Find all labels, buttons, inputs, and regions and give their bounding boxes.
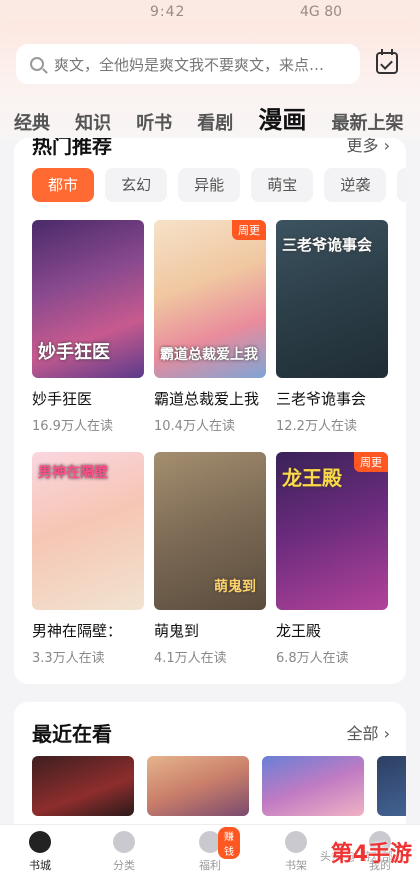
weekly-badge: 周更	[354, 452, 388, 472]
book-readers: 16.9万人在读	[32, 419, 113, 434]
watermark: 第4手游	[330, 842, 412, 867]
cover-title: 妙手狂医	[38, 342, 110, 363]
cover-title: 三老爷诡事会	[282, 236, 373, 254]
book-readers: 3.3万人在读	[32, 651, 105, 666]
book-readers: 12.2万人在读	[276, 419, 357, 434]
status-time: 9:42	[150, 4, 186, 20]
tab-bookshelf[interactable]: 书架	[266, 831, 326, 873]
tag-yineng[interactable]: 异能	[178, 168, 241, 202]
channel-tabs: 经典 知识 听书 看剧 漫画 最新上架	[14, 100, 420, 140]
book-card[interactable]: 周更 霸道总裁爱上我 霸道总裁爱上我 10.4万人在读	[154, 220, 266, 434]
book-readers: 4.1万人在读	[154, 651, 227, 666]
earn-badge: 赚钱	[218, 827, 240, 859]
book-readers: 6.8万人在读	[276, 651, 349, 666]
cover-title: 男神在隔壁	[38, 465, 108, 481]
book-card[interactable]: 周更 龙王殿 龙王殿 6.8万人在读	[276, 452, 388, 666]
hot-section: 热门推荐 更多 › 都市 玄幻 异能 萌宝 逆袭 修 妙手狂医 妙手狂医 16.…	[14, 138, 406, 684]
book-card[interactable]: 妙手狂医 妙手狂医 16.9万人在读	[32, 220, 144, 434]
book-icon	[285, 831, 307, 853]
hot-more-link[interactable]: 更多 ›	[347, 138, 391, 156]
cover-title: 龙王殿	[282, 466, 342, 490]
checkin-calendar-icon[interactable]	[376, 49, 398, 74]
search-icon	[30, 57, 44, 71]
book-cover[interactable]: 萌鬼到	[154, 452, 266, 610]
tab-zuixin[interactable]: 最新上架	[331, 109, 403, 135]
book-title: 萌鬼到	[154, 622, 200, 640]
book-title: 妙手狂医	[32, 390, 93, 408]
tab-label: 书架	[285, 859, 307, 872]
recent-cover[interactable]	[262, 756, 365, 816]
tag-nixi[interactable]: 逆袭	[324, 168, 387, 202]
book-readers: 10.4万人在读	[154, 419, 235, 434]
book-card[interactable]: 萌鬼到 萌鬼到 4.1万人在读	[154, 452, 266, 666]
recent-cover[interactable]	[32, 756, 134, 816]
tag-xiu[interactable]: 修	[397, 168, 406, 202]
tag-mengbao[interactable]: 萌宝	[251, 168, 314, 202]
book-title: 霸道总裁爱上我	[154, 390, 260, 408]
tab-welfare[interactable]: 赚钱 福利	[180, 827, 240, 873]
recent-all-link[interactable]: 全部 ›	[347, 720, 391, 744]
recent-cover[interactable]	[147, 756, 250, 816]
tab-label: 分类	[113, 859, 135, 872]
book-card[interactable]: 三老爷诡事会 三老爷诡事会 12.2万人在读	[276, 220, 388, 434]
book-title: 男神在隔壁：	[32, 622, 123, 640]
book-title: 龙王殿	[276, 622, 322, 640]
search-bar[interactable]: 爽文，全他妈是爽文我不要爽文，来点…	[16, 44, 360, 84]
search-placeholder: 爽文，全他妈是爽文我不要爽文，来点…	[54, 55, 325, 74]
category-icon	[113, 831, 135, 853]
recent-cover[interactable]	[377, 756, 406, 816]
tag-dushi[interactable]: 都市	[32, 168, 94, 202]
book-cover[interactable]: 三老爷诡事会	[276, 220, 388, 378]
book-cover[interactable]: 周更 龙王殿	[276, 452, 388, 610]
cover-title: 霸道总裁爱上我	[160, 347, 258, 363]
tab-label: 福利	[199, 859, 221, 872]
book-cover[interactable]: 妙手狂医	[32, 220, 144, 378]
status-system-icons: 4G 80	[300, 4, 343, 20]
tag-xuanhuan[interactable]: 玄幻	[105, 168, 168, 202]
tab-manhua[interactable]: 漫画	[258, 100, 306, 135]
book-title: 三老爷诡事会	[276, 390, 367, 408]
tab-label: 书城	[29, 859, 51, 872]
hot-title: 热门推荐	[32, 138, 112, 158]
recent-title: 最近在看	[32, 722, 112, 746]
compass-icon	[29, 831, 51, 853]
tab-jingdian[interactable]: 经典	[14, 109, 50, 135]
recent-list	[32, 756, 406, 826]
tab-tingshu[interactable]: 听书	[136, 109, 172, 135]
tab-zhishi[interactable]: 知识	[75, 109, 111, 135]
tab-category[interactable]: 分类	[94, 831, 154, 873]
cover-title: 萌鬼到	[214, 579, 256, 595]
genre-tags: 都市 玄幻 异能 萌宝 逆袭 修	[32, 168, 406, 202]
weekly-badge: 周更	[232, 220, 266, 240]
tab-kanju[interactable]: 看剧	[197, 109, 233, 135]
book-cover[interactable]: 周更 霸道总裁爱上我	[154, 220, 266, 378]
tab-bookstore[interactable]: 书城	[10, 831, 70, 873]
book-cover[interactable]: 男神在隔壁	[32, 452, 144, 610]
book-card[interactable]: 男神在隔壁 男神在隔壁： 3.3万人在读	[32, 452, 144, 666]
